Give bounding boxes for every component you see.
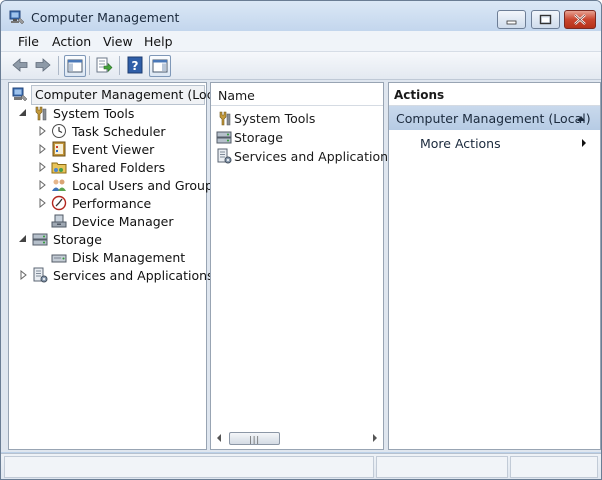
submenu-arrow-icon — [582, 139, 586, 147]
actions-header-label: Actions — [394, 88, 445, 102]
services-icon — [33, 267, 48, 283]
toolbar: ? — [1, 52, 601, 80]
tree-item-device-manager[interactable]: Device Manager — [9, 212, 206, 230]
services-icon — [217, 148, 232, 164]
minimize-button[interactable] — [497, 10, 526, 29]
column-header-label: Name — [218, 88, 255, 103]
performance-icon — [51, 195, 67, 211]
svg-text:?: ? — [132, 59, 139, 73]
tree-item-task-scheduler[interactable]: Task Scheduler — [9, 122, 206, 140]
maximize-icon — [539, 14, 552, 25]
computer-management-icon — [9, 10, 25, 25]
action-group-computer-management[interactable]: Computer Management (Local) — [389, 106, 600, 130]
tools-icon — [35, 106, 47, 121]
status-cell-tertiary — [510, 456, 598, 478]
show-hide-console-tree-button[interactable] — [64, 55, 86, 77]
tree-item-computer-management-local[interactable]: Computer Management (Local) — [9, 85, 230, 105]
scroll-right-arrow-icon[interactable] — [371, 433, 379, 443]
results-pane: Name System Tools Storage Services and A… — [210, 82, 395, 450]
expanded-arrow-icon[interactable] — [18, 108, 27, 118]
action-group-label: Computer Management (Local) — [396, 111, 591, 126]
collapsed-arrow-icon[interactable] — [38, 162, 47, 172]
event-viewer-icon — [52, 141, 66, 157]
help-icon[interactable]: ? — [125, 55, 145, 75]
close-button[interactable] — [564, 10, 596, 29]
toolbar-separator — [89, 56, 90, 75]
content-area: Computer Management (Local) System Tools… — [1, 80, 601, 452]
scrollbar-grip-icon: ||| — [249, 435, 261, 444]
list-item-label: Storage — [234, 130, 283, 145]
toolbar-separator — [58, 56, 59, 75]
menu-bar: File Action View Help — [1, 31, 601, 52]
tree-item-event-viewer[interactable]: Event Viewer — [9, 140, 206, 158]
maximize-button[interactable] — [531, 10, 560, 29]
collapsed-arrow-icon[interactable] — [38, 180, 47, 190]
more-actions-item[interactable]: More Actions — [389, 132, 600, 154]
status-bar — [1, 453, 601, 479]
tree-item-performance[interactable]: Performance — [9, 194, 206, 212]
tree-label: Local Users and Groups — [72, 178, 220, 193]
collapsed-arrow-icon[interactable] — [38, 198, 47, 208]
tree-label: Device Manager — [72, 214, 174, 229]
disk-management-icon — [51, 254, 67, 263]
tree-label: System Tools — [53, 106, 135, 121]
tree-label: Task Scheduler — [72, 124, 166, 139]
storage-icon — [216, 131, 232, 144]
clock-icon — [52, 124, 66, 138]
tree-label: Computer Management (Local) — [35, 87, 230, 102]
window-title: Computer Management — [31, 10, 180, 25]
actions-header: Actions — [389, 83, 600, 106]
computer-management-window: Computer Management File Action View Hel… — [0, 0, 602, 480]
tools-icon — [219, 111, 231, 126]
expanded-arrow-icon[interactable] — [18, 234, 27, 244]
tree-item-disk-management[interactable]: Disk Management — [9, 248, 206, 266]
minimize-icon — [506, 20, 517, 25]
menu-action[interactable]: Action — [52, 34, 91, 49]
export-list-icon[interactable] — [94, 55, 114, 75]
horizontal-scrollbar[interactable]: ||| — [215, 431, 380, 445]
collapsed-arrow-icon[interactable] — [38, 126, 47, 136]
tree-label: Services and Applications — [53, 268, 214, 283]
collapse-arrow-icon[interactable] — [576, 114, 586, 122]
collapsed-arrow-icon[interactable] — [38, 144, 47, 154]
tree-item-system-tools[interactable]: System Tools — [9, 104, 206, 122]
list-item-label: System Tools — [234, 111, 316, 126]
users-icon — [52, 179, 66, 191]
storage-icon — [32, 233, 48, 246]
tree-label: Event Viewer — [72, 142, 155, 157]
scrollbar-thumb[interactable]: ||| — [229, 432, 280, 445]
menu-help[interactable]: Help — [144, 34, 173, 49]
tree-label: Shared Folders — [72, 160, 166, 175]
tree-item-shared-folders[interactable]: Shared Folders — [9, 158, 206, 176]
show-hide-action-pane-icon — [152, 59, 168, 73]
show-hide-action-pane-button[interactable] — [149, 55, 171, 77]
scroll-left-arrow-icon[interactable] — [215, 433, 223, 443]
list-item-label: Services and Applications — [234, 149, 395, 164]
device-manager-icon — [51, 214, 67, 228]
actions-pane: Actions Computer Management (Local) More… — [388, 82, 601, 450]
computer-management-icon — [12, 87, 28, 102]
status-cell-secondary — [376, 456, 508, 478]
menu-file[interactable]: File — [18, 34, 39, 49]
show-hide-console-tree-icon — [67, 59, 83, 73]
tree-label: Disk Management — [72, 250, 186, 265]
toolbar-separator — [119, 56, 120, 75]
console-tree-pane: Computer Management (Local) System Tools… — [8, 82, 230, 450]
title-bar[interactable]: Computer Management — [1, 1, 601, 31]
collapsed-arrow-icon[interactable] — [19, 270, 28, 280]
shared-folder-icon — [51, 162, 67, 174]
status-cell-main — [4, 456, 374, 478]
more-actions-label: More Actions — [420, 136, 501, 151]
menu-view[interactable]: View — [103, 34, 133, 49]
tree-label: Storage — [53, 232, 102, 247]
tree-label: Performance — [72, 196, 152, 211]
tree-item-storage[interactable]: Storage — [9, 230, 206, 248]
tree-item-local-users-and-groups[interactable]: Local Users and Groups — [9, 176, 219, 194]
tree-item-services-and-applications[interactable]: Services and Applications — [9, 266, 214, 284]
column-header-name[interactable]: Name — [211, 83, 383, 106]
back-arrow-icon[interactable] — [10, 55, 30, 75]
forward-arrow-icon[interactable] — [33, 55, 53, 75]
close-icon — [574, 14, 586, 25]
